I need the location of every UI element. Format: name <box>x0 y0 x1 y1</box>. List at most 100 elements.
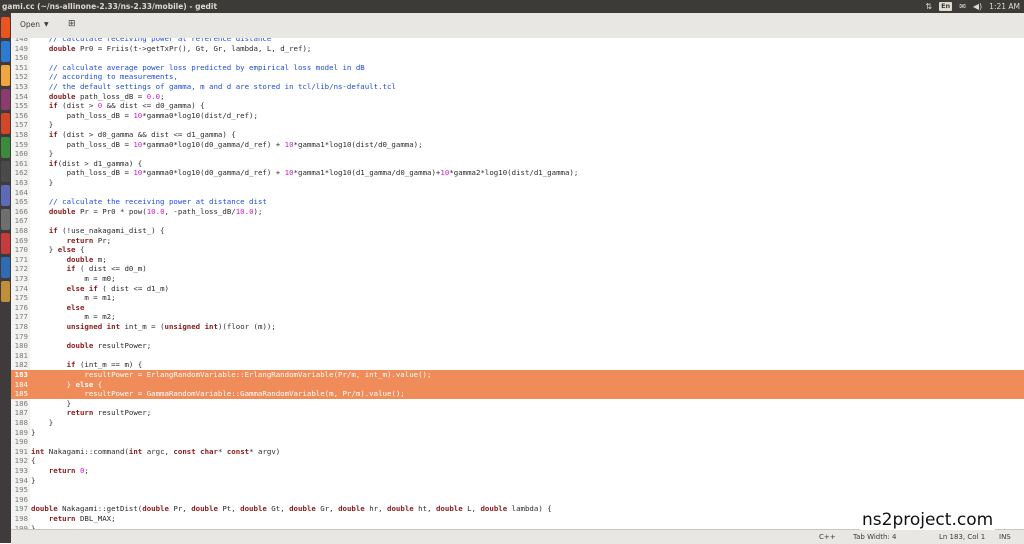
launcher-app-icon[interactable] <box>1 89 10 110</box>
line-number: 194 <box>14 475 28 485</box>
code-line[interactable]: 174 else if ( dist <= d1_m) <box>11 284 1024 294</box>
launcher-app-icon[interactable] <box>1 161 10 182</box>
code-line[interactable]: 189} <box>11 428 1024 438</box>
code-text: if (int_m == m) { <box>66 360 143 370</box>
code-line[interactable]: 185 resultPower = GammaRandomVariable::G… <box>11 389 1024 399</box>
code-editor[interactable]: 148 // calculate receiving power at refe… <box>11 38 1024 529</box>
line-number: 150 <box>14 53 28 63</box>
code-line[interactable]: 158 if (dist > d0_gamma && dist <= d1_ga… <box>11 130 1024 140</box>
code-line[interactable]: 168 if (!use_nakagami_dist_) { <box>11 226 1024 236</box>
launcher-app-icon[interactable] <box>1 209 10 230</box>
code-line[interactable]: 187 return resultPower; <box>11 408 1024 418</box>
launcher-app-icon[interactable] <box>1 137 10 158</box>
code-text: resultPower = ErlangRandomVariable::Erla… <box>31 370 432 379</box>
code-line[interactable]: 152 // according to measurements, <box>11 72 1024 82</box>
code-line[interactable]: 155 if (dist > 0 && dist <= d0_gamma) { <box>11 101 1024 111</box>
line-number: 169 <box>14 235 28 245</box>
code-line[interactable]: 151 // calculate average power loss pred… <box>11 63 1024 73</box>
tab-width-selector[interactable]: Tab Width: 4 <box>853 533 896 541</box>
mail-icon[interactable]: ✉ <box>959 0 966 13</box>
line-number: 183 <box>14 370 28 379</box>
launcher-app-icon[interactable] <box>1 281 10 302</box>
code-text: if (dist > 0 && dist <= d0_gamma) { <box>48 101 205 111</box>
code-line[interactable]: 186 } <box>11 399 1024 409</box>
code-line[interactable]: 195 <box>11 485 1024 495</box>
line-number: 181 <box>14 350 28 360</box>
code-line[interactable]: 169 return Pr; <box>11 236 1024 246</box>
line-number: 196 <box>14 494 28 504</box>
code-line[interactable]: 164 <box>11 188 1024 198</box>
launcher-app-icon[interactable] <box>1 185 10 206</box>
keyboard-layout-indicator[interactable]: En <box>939 2 953 11</box>
code-line[interactable]: 182 if (int_m == m) { <box>11 360 1024 370</box>
code-text: double m; <box>66 254 107 264</box>
code-line[interactable]: 192{ <box>11 456 1024 466</box>
code-line[interactable]: 153 // the default settings of gamma, m … <box>11 82 1024 92</box>
code-line[interactable]: 149 double Pr0 = Friis(t->getTxPr(), Gt,… <box>11 44 1024 54</box>
line-number: 180 <box>14 341 28 351</box>
code-line[interactable]: 188 } <box>11 418 1024 428</box>
code-text: m = m2; <box>31 312 116 322</box>
code-text: if (!use_nakagami_dist_) { <box>48 226 165 235</box>
code-text: // the default settings of gamma, m and … <box>48 82 396 91</box>
code-line[interactable]: 179 <box>11 332 1024 342</box>
line-number: 164 <box>14 187 28 197</box>
network-icon[interactable]: ⇅ <box>925 0 932 13</box>
code-line[interactable]: 159 path_loss_dB = 10*gamma0*log10(d0_ga… <box>11 140 1024 150</box>
code-text: double Pr = Pr0 * pow(10.0, -path_loss_d… <box>48 206 263 216</box>
line-number: 167 <box>14 216 28 226</box>
code-line[interactable]: 173 m = m0; <box>11 274 1024 284</box>
new-document-icon[interactable]: ⊞ <box>68 19 76 29</box>
launcher-app-icon[interactable] <box>1 65 10 86</box>
code-line[interactable]: 162 path_loss_dB = 10*gamma0*log10(d0_ga… <box>11 168 1024 178</box>
code-text: // according to measurements, <box>48 72 178 82</box>
code-line[interactable]: 194} <box>11 476 1024 486</box>
code-line[interactable]: 163 } <box>11 178 1024 188</box>
code-text: } <box>31 178 54 187</box>
line-number: 159 <box>14 139 28 149</box>
code-text: } <box>31 398 72 408</box>
code-line[interactable]: 150 <box>11 53 1024 63</box>
code-line[interactable]: 184 } else { <box>11 379 1024 390</box>
code-line[interactable]: 165 // calculate the receiving power at … <box>11 197 1024 207</box>
code-line[interactable]: 177 m = m2; <box>11 312 1024 322</box>
code-line[interactable]: 154 double path_loss_dB = 0.0; <box>11 92 1024 102</box>
code-line[interactable]: 170 } else { <box>11 245 1024 255</box>
code-line[interactable]: 178 unsigned int int_m = (unsigned int)(… <box>11 322 1024 332</box>
code-line[interactable]: 190 <box>11 437 1024 447</box>
code-line[interactable]: 156 path_loss_dB = 10*gamma0*log10(dist/… <box>11 111 1024 121</box>
code-text: // calculate the receiving power at dist… <box>48 197 267 207</box>
line-number: 190 <box>14 437 28 447</box>
code-line[interactable]: 193 return 0; <box>11 466 1024 476</box>
code-line[interactable]: 175 m = m1; <box>11 293 1024 303</box>
code-line[interactable]: 160 } <box>11 149 1024 159</box>
launcher-app-icon[interactable] <box>1 41 10 62</box>
open-button[interactable]: Open ▼ <box>20 20 49 29</box>
open-button-label: Open <box>20 20 41 29</box>
code-line[interactable]: 196 <box>11 495 1024 505</box>
code-line[interactable]: 166 double Pr = Pr0 * pow(10.0, -path_lo… <box>11 207 1024 217</box>
launcher-app-icon[interactable] <box>1 257 10 278</box>
code-line[interactable]: 172 if ( dist <= d0_m) <box>11 264 1024 274</box>
code-line[interactable]: 167 <box>11 216 1024 226</box>
volume-icon[interactable]: ◀) <box>973 0 982 13</box>
code-text: int Nakagami::command(int argc, const ch… <box>31 446 281 456</box>
line-number: 163 <box>14 178 28 187</box>
code-line[interactable]: 181 <box>11 351 1024 361</box>
code-line[interactable]: 176 else <box>11 303 1024 313</box>
code-line[interactable]: 161 if(dist > d1_gamma) { <box>11 159 1024 169</box>
line-number: 170 <box>14 245 28 255</box>
launcher-app-icon[interactable] <box>1 233 10 254</box>
code-line[interactable]: 183 resultPower = ErlangRandomVariable::… <box>11 370 1024 380</box>
launcher-app-icon[interactable] <box>1 17 10 38</box>
code-line[interactable]: 171 double m; <box>11 255 1024 265</box>
code-line[interactable]: 180 double resultPower; <box>11 341 1024 351</box>
language-selector[interactable]: C++ <box>819 533 836 541</box>
line-number: 155 <box>14 101 28 111</box>
clock[interactable]: 1:21 AM <box>989 0 1020 13</box>
line-number: 193 <box>14 466 28 475</box>
launcher-app-icon[interactable] <box>1 113 10 134</box>
code-line[interactable]: 191 int Nakagami::command(int argc, const… <box>11 447 1024 457</box>
line-number: 151 <box>14 62 28 72</box>
code-line[interactable]: 157 } <box>11 120 1024 130</box>
